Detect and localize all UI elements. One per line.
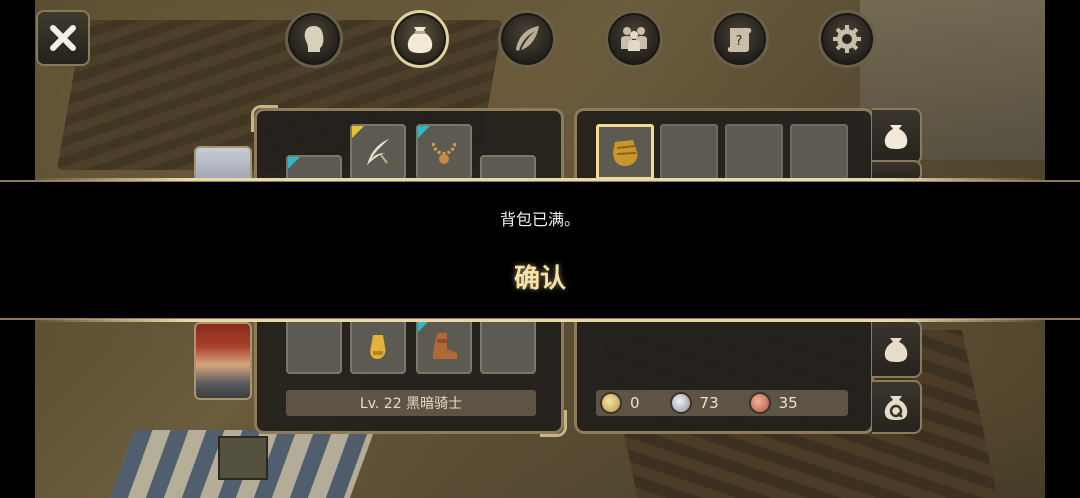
inventory-slot-selected[interactable] — [596, 124, 654, 180]
equipment-slot-necklace[interactable] — [416, 124, 472, 180]
dialog-message: 背包已满。 — [499, 210, 580, 229]
boots-icon — [433, 333, 457, 359]
gold-coin-icon — [600, 392, 622, 414]
equipment-slot-lower-left[interactable] — [286, 318, 342, 374]
close-button[interactable] — [36, 10, 90, 66]
svg-text:?: ? — [736, 34, 743, 49]
gloves-icon — [613, 140, 638, 166]
gloves-icon — [370, 335, 386, 359]
equipment-slot-boots[interactable] — [416, 318, 472, 374]
party-tab[interactable] — [605, 10, 663, 68]
silver-amount: 73 — [699, 394, 719, 412]
skills-tab[interactable] — [498, 10, 556, 68]
bag-icon — [884, 125, 908, 149]
feather-icon — [367, 139, 389, 165]
bag-full-dialog: 背包已满。 确认 — [0, 178, 1080, 322]
equipment-slot-weapon[interactable] — [350, 124, 406, 180]
silver-coin-icon — [669, 392, 692, 414]
quests-tab[interactable]: ? — [711, 10, 769, 68]
inventory-tab[interactable] — [391, 10, 449, 68]
bag-tab-1[interactable] — [872, 108, 922, 164]
close-icon — [50, 25, 76, 51]
inventory-slot[interactable] — [660, 124, 718, 180]
equipment-slot-gloves[interactable] — [350, 318, 406, 374]
copper-coin-icon — [748, 392, 771, 414]
confirm-button[interactable]: 确认 — [490, 254, 590, 298]
necklace-icon — [431, 142, 457, 164]
head-icon — [304, 26, 324, 52]
gear-icon — [833, 25, 861, 53]
settings-tab[interactable] — [818, 10, 876, 68]
equipment-slot-lower-right[interactable] — [480, 318, 536, 374]
character-tab[interactable] — [285, 10, 343, 68]
crate — [218, 436, 268, 480]
currency-bar: 0 73 35 — [596, 390, 848, 416]
inventory-slot[interactable] — [790, 124, 848, 180]
bag-icon — [407, 27, 433, 53]
copper-amount: 35 — [778, 394, 798, 412]
gold-amount: 0 — [630, 394, 640, 412]
character-level-label: Lv. 22 黑暗骑士 — [286, 390, 536, 416]
quick-bag-tab[interactable] — [872, 380, 922, 434]
feather-icon — [516, 26, 539, 51]
scroll-icon: ? — [727, 28, 752, 52]
bag-icon — [884, 338, 908, 362]
group-icon — [621, 27, 647, 51]
bag-tab-3[interactable] — [872, 320, 922, 378]
character-portrait-red-hair[interactable] — [194, 322, 252, 400]
quick-bag-icon — [884, 396, 908, 420]
inventory-slot[interactable] — [725, 124, 783, 180]
